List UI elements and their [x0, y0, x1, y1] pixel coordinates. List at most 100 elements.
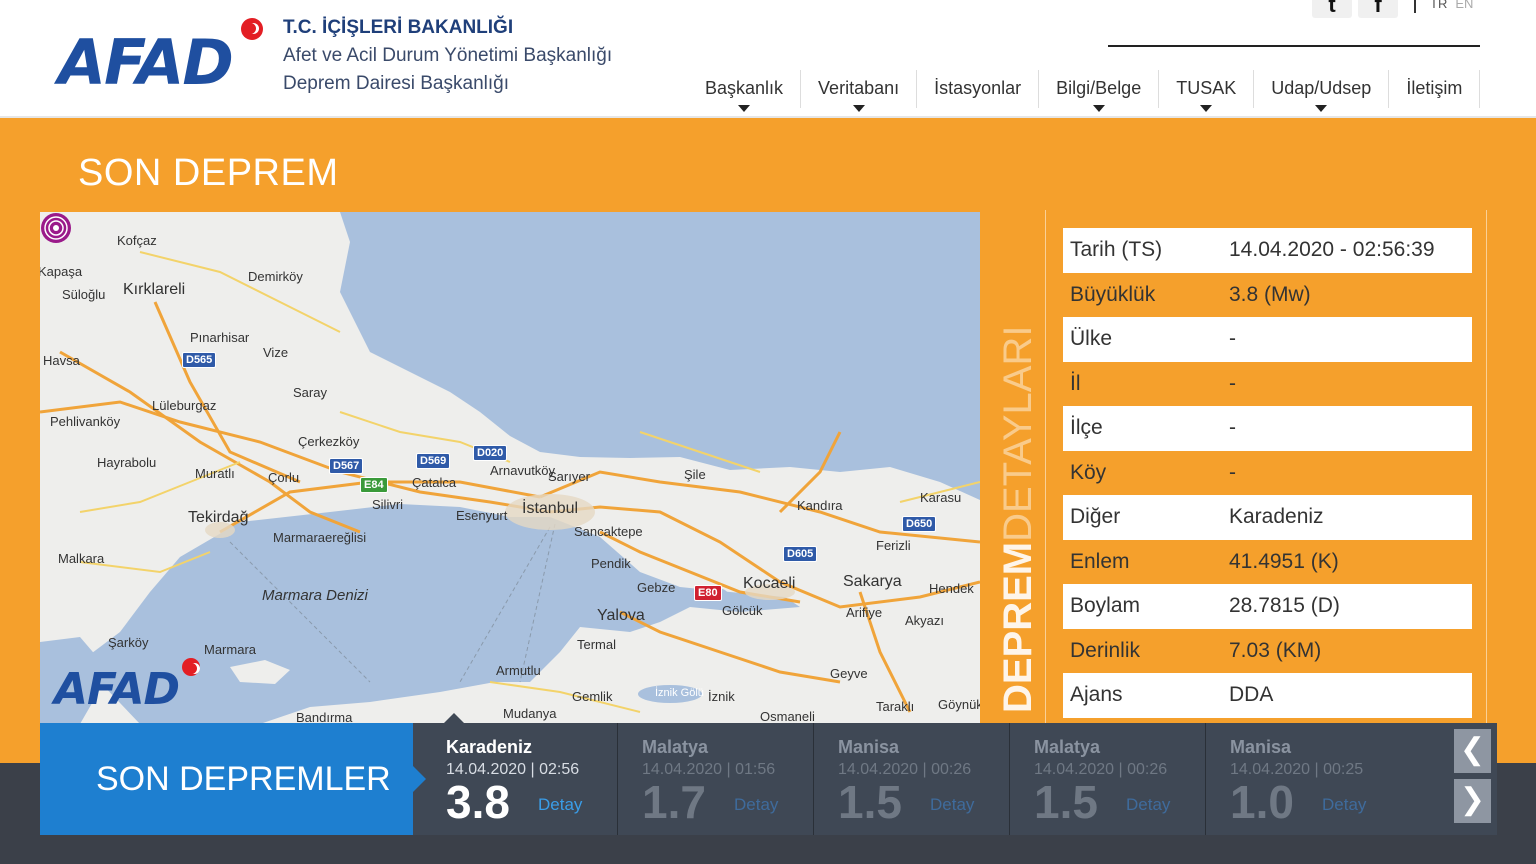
detail-value: 3.8 (Mw): [1229, 283, 1311, 306]
twitter-icon[interactable]: t: [1312, 0, 1352, 18]
road-shield-d569: D569: [416, 453, 451, 469]
road-shield-d020: D020: [473, 445, 508, 461]
detail-row-magnitude: Büyüklük 3.8 (Mw): [1063, 273, 1472, 318]
lake-label: İznik Gölü: [655, 687, 704, 699]
nav-label: İstasyonlar: [934, 78, 1022, 98]
map-place: Sakarya: [843, 573, 902, 590]
map-place: Çorlu: [268, 470, 300, 485]
lang-tr-link[interactable]: TR: [1430, 0, 1447, 11]
detail-value: 14.04.2020 - 02:56:39: [1229, 238, 1435, 261]
quake-magnitude: 1.7: [642, 776, 706, 828]
map-place: Karasu: [920, 490, 962, 505]
map-afad-logo: AFAD: [54, 658, 200, 715]
map-place: Esenyurt: [456, 508, 508, 523]
earthquake-map[interactable]: Kofçaz Kırklareli Demirköy Pınarhisar Vi…: [40, 212, 980, 724]
detail-value: 41.4951 (K): [1229, 550, 1339, 573]
afad-logo[interactable]: AFAD: [58, 18, 268, 99]
chevron-left-icon[interactable]: ❮: [1454, 729, 1491, 773]
detail-key: Enlem: [1070, 550, 1130, 573]
turkish-flag-icon: [182, 658, 200, 676]
nav-item-istasyonlar[interactable]: İstasyonlar: [917, 70, 1040, 108]
map-place: Gemlik: [572, 689, 613, 704]
map-place: Ferizli: [876, 538, 911, 553]
quake-magnitude: 1.5: [838, 776, 902, 828]
detail-row-other: Diğer Karadeniz: [1063, 495, 1472, 540]
marmara-sea-label: Marmara Denizi: [262, 587, 368, 604]
quake-magnitude: 1.5: [1034, 776, 1098, 828]
quake-detail-link[interactable]: Detay: [1322, 795, 1366, 815]
map-place: Gebze: [637, 580, 676, 595]
ministry-line-3: Deprem Dairesi Başkanlığı: [283, 73, 509, 94]
quake-location: Manisa: [1230, 737, 1292, 757]
detail-row-district: İlçe -: [1063, 406, 1472, 451]
logo-text: AFAD: [58, 26, 234, 99]
nav-item-tusak[interactable]: TUSAK: [1159, 70, 1255, 112]
map-place: Akyazı: [905, 613, 945, 628]
quake-magnitude: 1.0: [1230, 776, 1294, 828]
nav-label: TUSAK: [1176, 78, 1237, 98]
detail-key: Tarih (TS): [1070, 238, 1163, 261]
nav-item-bilgi-belge[interactable]: Bilgi/Belge: [1039, 70, 1160, 112]
detail-row-date: Tarih (TS) 14.04.2020 - 02:56:39: [1063, 228, 1472, 273]
detail-value: 28.7815 (D): [1229, 594, 1340, 617]
map-place: Süloğlu: [62, 287, 106, 302]
map-place: Demirköy: [248, 269, 303, 284]
nav-item-baskanlik[interactable]: Başkanlık: [688, 70, 802, 112]
detail-row-province: İl -: [1063, 362, 1472, 407]
quake-detail-link[interactable]: Detay: [734, 795, 778, 815]
epicenter-marker-icon[interactable]: [40, 212, 72, 244]
map-place: Termal: [577, 637, 617, 652]
map-place: Marmaraereğlisi: [273, 530, 367, 545]
quake-detail-link[interactable]: Detay: [930, 795, 974, 815]
map-place: Taraklı: [876, 699, 915, 714]
ministry-line-1: T.C. İÇİŞLERİ BAKANLIĞI: [283, 17, 514, 38]
quake-card[interactable]: Manisa 14.04.2020 | 00:25 1.0 Detay: [1206, 723, 1402, 835]
caret-down-icon: [1315, 105, 1328, 112]
earthquake-details-vertical-label: DEPREMDETAYLARI: [996, 326, 1041, 714]
quake-location: Karadeniz: [446, 737, 533, 757]
ministry-line-2: Afet ve Acil Durum Yönetimi Başkanlığı: [283, 45, 613, 66]
nav-item-veritabani[interactable]: Veritabanı: [801, 70, 918, 112]
map-place: Pınarhisar: [190, 330, 250, 345]
vertical-label-strong: DEPREM: [996, 541, 1040, 713]
road-shield-e80: E80: [694, 585, 722, 601]
map-place: Marmara: [204, 642, 257, 657]
facebook-icon[interactable]: f: [1358, 0, 1398, 18]
detail-row-longitude: Boylam 28.7815 (D): [1063, 584, 1472, 629]
quake-location: Manisa: [838, 737, 900, 757]
quake-card[interactable]: Karadeniz 14.04.2020 | 02:56 3.8 Detay: [422, 713, 618, 835]
turkish-flag-icon: [241, 18, 263, 40]
caret-down-icon: [1200, 105, 1213, 112]
quake-detail-link[interactable]: Detay: [1126, 795, 1170, 815]
map-place: Havsa: [43, 353, 80, 368]
nav-item-iletisim[interactable]: İletişim: [1389, 70, 1481, 108]
detail-key: Diğer: [1070, 505, 1121, 528]
detail-key: İl: [1070, 372, 1081, 395]
detail-value: -: [1229, 416, 1236, 439]
ministry-title: T.C. İÇİŞLERİ BAKANLIĞI Afet ve Acil Dur…: [283, 14, 612, 98]
detail-value: Karadeniz: [1229, 505, 1324, 528]
map-place: Saray: [293, 385, 327, 400]
nav-label: Bilgi/Belge: [1056, 78, 1142, 98]
map-place: Bandırma: [296, 710, 353, 724]
map-place: Sancaktepe: [574, 524, 643, 539]
earthquake-details-table: Tarih (TS) 14.04.2020 - 02:56:39 Büyüklük…: [1045, 210, 1487, 740]
quake-card[interactable]: Malatya 14.04.2020 | 00:26 1.5 Detay: [1010, 723, 1206, 835]
map-place: Muratlı: [195, 466, 235, 481]
chevron-right-icon[interactable]: ❯: [1454, 779, 1491, 823]
quake-card[interactable]: Malatya 14.04.2020 | 01:56 1.7 Detay: [618, 723, 814, 835]
map-place: Lüleburgaz: [152, 398, 217, 413]
detail-key: Büyüklük: [1070, 283, 1156, 306]
detail-row-country: Ülke -: [1063, 317, 1472, 362]
map-place: Geyve: [830, 666, 868, 681]
quake-location: Malatya: [1034, 737, 1101, 757]
map-place: İznik: [708, 689, 735, 704]
map-place: Çerkezköy: [298, 434, 360, 449]
road-shield-d567: D567: [329, 458, 364, 474]
nav-label: Veritabanı: [818, 78, 900, 98]
lang-en-link[interactable]: EN: [1455, 0, 1473, 11]
nav-label: Başkanlık: [705, 78, 784, 98]
quake-card[interactable]: Manisa 14.04.2020 | 00:26 1.5 Detay: [814, 723, 1010, 835]
quake-detail-link[interactable]: Detay: [538, 795, 582, 815]
nav-item-udap-udsep[interactable]: Udap/Udsep: [1254, 70, 1390, 112]
